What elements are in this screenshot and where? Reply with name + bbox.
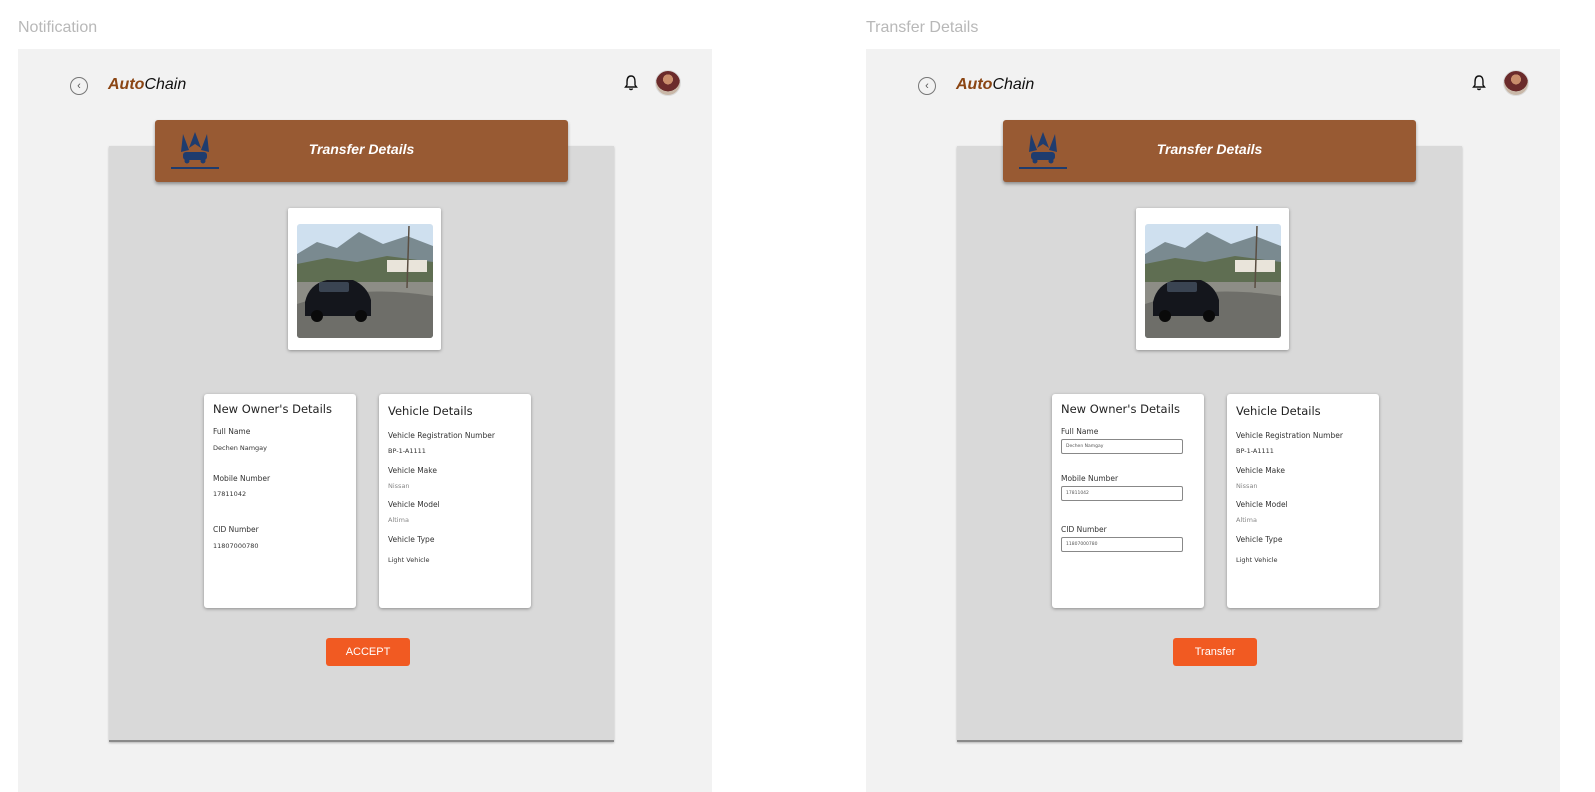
transfer-details-screen: ‹ AutoChain Transfer Details New Owner's… bbox=[866, 49, 1560, 792]
make-label: Vehicle Make bbox=[1236, 466, 1285, 475]
accept-button[interactable]: ACCEPT bbox=[326, 638, 410, 666]
notification-screen: ‹ AutoChain Transfer Details New Owner's… bbox=[18, 49, 712, 792]
type-label: Vehicle Type bbox=[388, 535, 435, 544]
reg-label: Vehicle Registration Number bbox=[388, 431, 495, 440]
avatar[interactable] bbox=[1503, 70, 1529, 96]
full-name-label: Full Name bbox=[213, 427, 251, 436]
brand-part-chain: Chain bbox=[992, 76, 1035, 93]
bell-icon[interactable] bbox=[623, 74, 639, 92]
frame-label-transfer-details: Transfer Details bbox=[866, 19, 979, 36]
brand-part-auto: Auto bbox=[108, 76, 145, 93]
brand-part-chain: Chain bbox=[144, 76, 187, 93]
full-name-value: Dechen Namgay bbox=[213, 444, 268, 452]
avatar[interactable] bbox=[655, 70, 681, 96]
vehicle-card-heading: Vehicle Details bbox=[1236, 404, 1321, 418]
make-label: Vehicle Make bbox=[388, 466, 437, 475]
app-brand[interactable]: AutoChain bbox=[956, 76, 1034, 94]
bell-icon[interactable] bbox=[1471, 74, 1487, 92]
app-brand[interactable]: AutoChain bbox=[108, 76, 186, 94]
cid-value: 11807000780 bbox=[213, 542, 259, 550]
full-name-label: Full Name bbox=[1061, 427, 1099, 436]
reg-label: Vehicle Registration Number bbox=[1236, 431, 1343, 440]
vehicle-details-card: Vehicle Details Vehicle Registration Num… bbox=[379, 394, 531, 608]
make-value: Nissan bbox=[1236, 482, 1258, 490]
vehicle-details-card: Vehicle Details Vehicle Registration Num… bbox=[1227, 394, 1379, 608]
cid-field[interactable]: 11807000780 bbox=[1061, 537, 1183, 552]
model-value: Altima bbox=[1236, 516, 1257, 524]
cid-label: CID Number bbox=[213, 525, 259, 534]
transfer-banner: Transfer Details bbox=[155, 120, 568, 182]
new-owner-card: New Owner's Details Full Name Dechen Nam… bbox=[204, 394, 356, 608]
type-label: Vehicle Type bbox=[1236, 535, 1283, 544]
owner-card-heading: New Owner's Details bbox=[1061, 402, 1180, 416]
reg-value: BP-1-A1111 bbox=[1236, 447, 1274, 455]
type-value: Light Vehicle bbox=[388, 556, 430, 564]
make-value: Nissan bbox=[388, 482, 410, 490]
vehicle-photo-card bbox=[1136, 208, 1289, 350]
new-owner-card: New Owner's Details Full Name Dechen Nam… bbox=[1052, 394, 1204, 608]
back-arrow-icon[interactable]: ‹ bbox=[70, 77, 88, 95]
frame-label-notification: Notification bbox=[18, 19, 98, 36]
type-value: Light Vehicle bbox=[1236, 556, 1278, 564]
owner-card-heading: New Owner's Details bbox=[213, 402, 332, 416]
mobile-field[interactable]: 17811042 bbox=[1061, 486, 1183, 501]
reg-value: BP-1-A1111 bbox=[388, 447, 426, 455]
transfer-button[interactable]: Transfer bbox=[1173, 638, 1257, 666]
transfer-banner: Transfer Details bbox=[1003, 120, 1416, 182]
banner-title: Transfer Details bbox=[308, 141, 415, 157]
mobile-label: Mobile Number bbox=[213, 474, 271, 483]
banner-title: Transfer Details bbox=[1156, 141, 1263, 157]
mobile-value: 17811042 bbox=[213, 490, 247, 498]
car-photo bbox=[1145, 224, 1281, 338]
model-value: Altima bbox=[388, 516, 409, 524]
mobile-label: Mobile Number bbox=[1061, 474, 1119, 483]
brand-part-auto: Auto bbox=[956, 76, 993, 93]
cid-label: CID Number bbox=[1061, 525, 1107, 534]
model-label: Vehicle Model bbox=[1236, 500, 1288, 509]
vehicle-photo-card bbox=[288, 208, 441, 350]
car-photo bbox=[297, 224, 433, 338]
full-name-field[interactable]: Dechen Namgay bbox=[1061, 439, 1183, 454]
model-label: Vehicle Model bbox=[388, 500, 440, 509]
back-arrow-icon[interactable]: ‹ bbox=[918, 77, 936, 95]
vehicle-card-heading: Vehicle Details bbox=[388, 404, 473, 418]
